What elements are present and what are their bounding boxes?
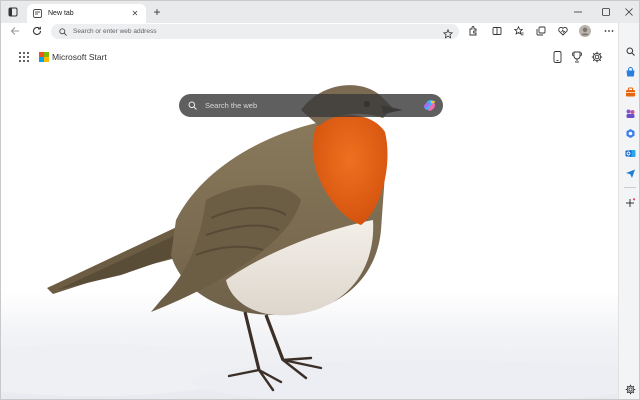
toolbar bbox=[1, 23, 639, 40]
settings-icon[interactable] bbox=[590, 50, 604, 64]
copilot-icon[interactable] bbox=[422, 98, 437, 113]
shopping-icon[interactable] bbox=[624, 66, 636, 78]
tab-close-icon[interactable]: ✕ bbox=[130, 9, 140, 18]
new-tab-page-icon bbox=[33, 9, 42, 18]
tools-icon[interactable] bbox=[624, 86, 636, 98]
address-input[interactable] bbox=[73, 28, 433, 35]
profile-icon[interactable] bbox=[578, 24, 592, 38]
brand-label[interactable]: Microsoft Start bbox=[52, 52, 107, 62]
refresh-icon[interactable] bbox=[30, 24, 44, 38]
tab-title: New tab bbox=[48, 10, 74, 17]
tab-actions-icon[interactable] bbox=[5, 4, 21, 20]
web-search-input[interactable] bbox=[205, 101, 405, 110]
collections-icon[interactable] bbox=[534, 24, 548, 38]
games-icon[interactable] bbox=[624, 107, 636, 119]
browser-essentials-icon[interactable] bbox=[556, 24, 570, 38]
sidebar-settings-icon[interactable] bbox=[624, 383, 636, 395]
extensions-icon[interactable] bbox=[466, 24, 480, 38]
phone-icon[interactable] bbox=[550, 50, 564, 64]
new-tab-icon[interactable]: + bbox=[151, 6, 163, 18]
new-tab-page: Microsoft Start bbox=[1, 40, 618, 399]
minimize-icon[interactable] bbox=[564, 1, 592, 23]
favorites-icon[interactable] bbox=[512, 24, 526, 38]
apps-icon[interactable] bbox=[19, 52, 29, 62]
rewards-icon[interactable] bbox=[570, 50, 584, 64]
address-bar[interactable] bbox=[51, 24, 459, 39]
send-icon[interactable] bbox=[624, 167, 636, 179]
split-screen-icon[interactable] bbox=[490, 24, 504, 38]
microsoft-logo-icon bbox=[39, 52, 49, 62]
microsoft-365-icon[interactable] bbox=[624, 127, 636, 139]
add-icon[interactable] bbox=[624, 197, 636, 209]
web-search-box[interactable] bbox=[179, 94, 443, 117]
ms-start-header: Microsoft Start bbox=[19, 50, 107, 64]
tab-new-tab[interactable]: New tab ✕ bbox=[27, 4, 146, 23]
more-icon[interactable] bbox=[602, 24, 616, 38]
tab-strip: New tab ✕ + bbox=[1, 1, 639, 23]
sidebar-divider bbox=[624, 187, 636, 188]
search-icon bbox=[188, 97, 197, 115]
browser-window: New tab ✕ + Search or enter web address … bbox=[0, 0, 640, 400]
edge-sidebar bbox=[618, 23, 639, 399]
sidebar-search-icon[interactable] bbox=[624, 45, 636, 57]
back-icon[interactable] bbox=[8, 24, 22, 38]
close-icon[interactable] bbox=[615, 1, 639, 23]
outlook-icon[interactable] bbox=[624, 147, 636, 159]
search-icon bbox=[59, 23, 67, 41]
